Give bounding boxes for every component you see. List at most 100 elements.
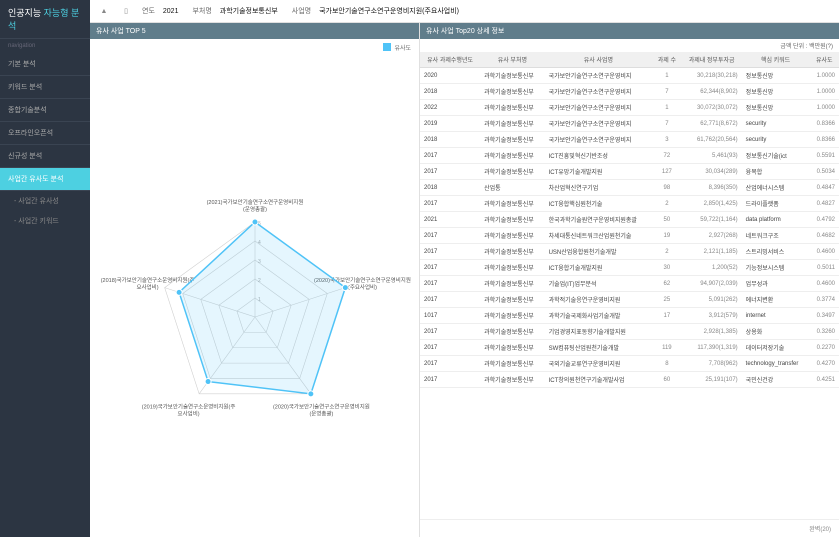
table-cell: 과학기술정보통신부 [480, 324, 544, 340]
table-row[interactable]: 2017과학기술정보통신부ICT창의원천연구기술개발사업6025,191(107… [420, 372, 839, 388]
table-cell: 2017 [420, 340, 480, 356]
year-value[interactable]: 2021 [159, 6, 183, 17]
table-row[interactable]: 2017과학기술정보통신부과학적기술응연구운영비지원255,091(262)에너… [420, 292, 839, 308]
table-cell: 2,850(1,425) [682, 196, 742, 212]
table-header-cell[interactable]: 과제 수 [652, 52, 681, 68]
table-row[interactable]: 2017과학기술정보통신부USN산업융합원천기술개발22,121(1,185)스… [420, 244, 839, 260]
table-cell: 국가보안기술연구소연구운영비지 [545, 68, 653, 84]
table-cell: 127 [652, 164, 681, 180]
table-cell: 2017 [420, 164, 480, 180]
table-body: 2020과학기술정보통신부국가보안기술연구소연구운영비지130,218(30,2… [420, 68, 839, 388]
sidebar-item[interactable]: 종합기술분석 [0, 99, 90, 122]
table-cell: 과학기술정보통신부 [480, 116, 544, 132]
table-row[interactable]: 2018산업통차산업혁신연구기업988,396(350)산업에너시스템0.484… [420, 180, 839, 196]
table-row[interactable]: 2017과학기술정보통신부국외기술교류연구운영비지원87,708(962)tec… [420, 356, 839, 372]
sidebar-subitem[interactable]: - 사업간 유사성 [0, 191, 90, 211]
svg-text:(2021)국가보안기술연구소연구운영비지원(운영총괄): (2021)국가보안기술연구소연구운영비지원(운영총괄) [206, 198, 303, 213]
table-row[interactable]: 2021과학기술정보통신부한국과학기술원연구운영비지원총괄5059,722(1,… [420, 212, 839, 228]
table-row[interactable]: 2022과학기술정보통신부국가보안기술연구소연구운영비지130,072(30,0… [420, 100, 839, 116]
table-cell: USN산업융합원천기술개발 [545, 244, 653, 260]
radar-chart: 12345(2021)국가보안기술연구소연구운영비지원(운영총괄)(2020)국… [90, 56, 419, 537]
table-cell: 1,200(52) [682, 260, 742, 276]
table-cell: 국가보안기술연구소연구운영비지 [545, 100, 653, 116]
table-cell: 과학기술정보통신부 [480, 228, 544, 244]
table-cell: 1.0000 [810, 84, 839, 100]
table-cell: 60 [652, 372, 681, 388]
sidebar-item[interactable]: 신규성 분석 [0, 145, 90, 168]
table-cell: 62 [652, 276, 681, 292]
table-cell: 0.4682 [810, 228, 839, 244]
table-row[interactable]: 2017과학기술정보통신부SW컴퓨팅산업원천기술개발119117,390(1,3… [420, 340, 839, 356]
table-header-cell[interactable]: 유사 사업명 [545, 52, 653, 68]
sidebar-item[interactable]: 오프라인오픈석 [0, 122, 90, 145]
table-cell: SW컴퓨팅산업원천기술개발 [545, 340, 653, 356]
table-cell: 과학기술정보통신부 [480, 148, 544, 164]
table-cell: 1.0000 [810, 100, 839, 116]
table-cell: 기능정보시스템 [742, 260, 810, 276]
svg-text:(2019)국가보안기술연구소운영비지원(주요사업비): (2019)국가보안기술연구소운영비지원(주요사업비) [141, 402, 235, 417]
dept-label: 부처명 [192, 6, 211, 16]
table-cell: 50 [652, 212, 681, 228]
nav-section-label: navigation [0, 39, 90, 53]
biz-field: 사업명 국가보안기술연구소연구운영비지원(주요사업비) [292, 4, 463, 18]
table-cell: 과학기술정보통신부 [480, 84, 544, 100]
legend-color-box [383, 43, 391, 51]
data-table-wrap[interactable]: 유사 과제수행년도유사 부처명유사 사업명과제 수과제내 정부투자금핵심 키워드… [420, 52, 839, 519]
table-cell: 기술업(IT)업무분석 [545, 276, 653, 292]
table-cell: security [742, 116, 810, 132]
svg-text:(2020)국가보안기술연구소연구운영비지원(운영총괄): (2020)국가보안기술연구소연구운영비지원(운영총괄) [272, 402, 369, 417]
table-header-cell[interactable]: 핵심 키워드 [742, 52, 810, 68]
data-table: 유사 과제수행년도유사 부처명유사 사업명과제 수과제내 정부투자금핵심 키워드… [420, 52, 839, 388]
table-row[interactable]: 2020과학기술정보통신부국가보안기술연구소연구운영비지130,218(30,2… [420, 68, 839, 84]
table-header-cell[interactable]: 유사도 [810, 52, 839, 68]
table-cell: 30,072(30,072) [682, 100, 742, 116]
table-row[interactable]: 2018과학기술정보통신부국가보안기술연구소연구운영비지762,344(8,90… [420, 84, 839, 100]
table-row[interactable]: 2017과학기술정보통신부기업경영지표동향기술개발지원2,928(1,385)상… [420, 324, 839, 340]
table-cell: 정보통신망 [742, 68, 810, 84]
table-cell: 98 [652, 180, 681, 196]
table-cell: 1 [652, 68, 681, 84]
table-cell: 과학기술정보통신부 [480, 292, 544, 308]
table-cell: 2017 [420, 244, 480, 260]
table-header-cell[interactable]: 과제내 정부투자금 [682, 52, 742, 68]
table-cell: 과학기술국제화사업기술개발 [545, 308, 653, 324]
table-cell: 17 [652, 308, 681, 324]
table-cell: 과학기술정보통신부 [480, 276, 544, 292]
sidebar-item[interactable]: 키워드 분석 [0, 76, 90, 99]
table-cell: 1017 [420, 308, 480, 324]
chart-icon[interactable]: ▯ [120, 5, 132, 17]
topbar: ▲ ▯ 연도 2021 부처명 과학기술정보통신부 사업명 국가보안기술연구소연… [90, 0, 839, 23]
table-cell: 2,928(1,385) [682, 324, 742, 340]
table-row[interactable]: 2017과학기술정보통신부차세대통신네트워크산업원천기술192,927(268)… [420, 228, 839, 244]
table-row[interactable]: 2017과학기술정보통신부ICT융합핵심원천기술22,850(1,425)드라이… [420, 196, 839, 212]
sidebar-subitem[interactable]: - 사업간 키워드 [0, 211, 90, 231]
filter-icon[interactable]: ▲ [98, 5, 110, 17]
table-cell: 2021 [420, 212, 480, 228]
sidebar-item[interactable]: 기본 분석 [0, 53, 90, 76]
table-cell: 0.5034 [810, 164, 839, 180]
table-row[interactable]: 2018과학기술정보통신부국가보안기술연구소연구운영비지361,762(20,5… [420, 132, 839, 148]
table-row[interactable]: 1017과학기술정보통신부과학기술국제화사업기술개발173,912(579)in… [420, 308, 839, 324]
table-row[interactable]: 2017과학기술정보통신부ICT융합기술개발지원301,200(52)기능정보시… [420, 260, 839, 276]
table-cell: 19 [652, 228, 681, 244]
table-cell: 과학기술정보통신부 [480, 356, 544, 372]
table-cell: 94,907(2,039) [682, 276, 742, 292]
table-cell: 스트리밍서비스 [742, 244, 810, 260]
table-header-cell[interactable]: 유사 부처명 [480, 52, 544, 68]
table-cell: 2,121(1,185) [682, 244, 742, 260]
biz-value[interactable]: 국가보안기술연구소연구운영비지원(주요사업비) [315, 4, 463, 18]
table-header-cell[interactable]: 유사 과제수행년도 [420, 52, 480, 68]
table-row[interactable]: 2017과학기술정보통신부ICT유망기술개발지원12730,034(289)융복… [420, 164, 839, 180]
dept-value[interactable]: 과학기술정보통신부 [216, 4, 282, 18]
table-cell: 과학적기술응연구운영비지원 [545, 292, 653, 308]
table-cell: 0.4792 [810, 212, 839, 228]
table-cell: 1 [652, 100, 681, 116]
table-cell: data platform [742, 212, 810, 228]
table-cell: 과학기술정보통신부 [480, 372, 544, 388]
sidebar-item[interactable]: 사업간 유사도 분석 [0, 168, 90, 191]
table-cell: 정보통신망 [742, 100, 810, 116]
table-cell: 5,461(93) [682, 148, 742, 164]
table-row[interactable]: 2019과학기술정보통신부국가보안기술연구소연구운영비지762,771(8,67… [420, 116, 839, 132]
table-row[interactable]: 2017과학기술정보통신부기술업(IT)업무분석6294,907(2,039)업… [420, 276, 839, 292]
table-row[interactable]: 2017과학기술정보통신부ICT진흥및혁신기반조성725,461(93)정보통신… [420, 148, 839, 164]
